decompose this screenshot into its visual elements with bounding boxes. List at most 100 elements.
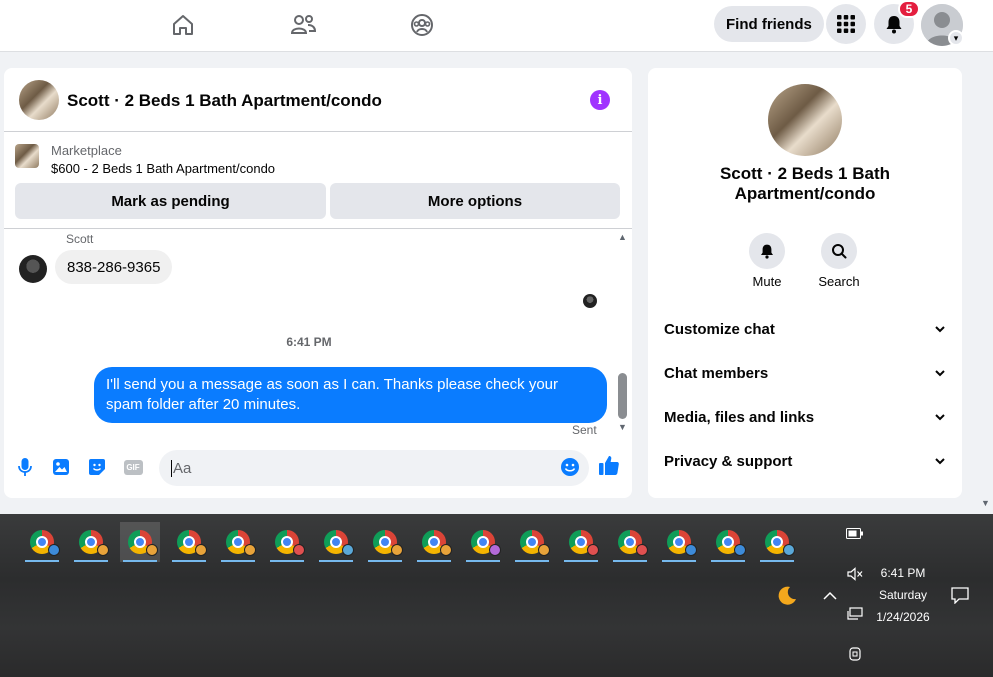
chrome-window-button[interactable]	[708, 522, 748, 562]
message-composer: GIF Aa	[4, 448, 632, 488]
bell-icon	[761, 244, 773, 259]
text-caret	[171, 459, 172, 477]
clock-time[interactable]: 6:41 PM	[870, 566, 936, 580]
mark-as-pending-button[interactable]: Mark as pending	[15, 183, 326, 219]
mute-label: Mute	[752, 274, 782, 289]
chrome-window-button[interactable]	[218, 522, 258, 562]
chrome-window-button[interactable]	[316, 522, 356, 562]
message-status: Sent	[572, 423, 597, 437]
running-indicator	[613, 560, 647, 562]
listing-title[interactable]: $600 - 2 Beds 1 Bath Apartment/condo	[51, 161, 275, 176]
gif-icon[interactable]: GIF	[122, 456, 144, 478]
chrome-window-button[interactable]	[659, 522, 699, 562]
chrome-window-button[interactable]	[512, 522, 552, 562]
grid-icon	[837, 15, 855, 33]
section-label: Privacy & support	[664, 452, 793, 470]
running-indicator	[221, 560, 255, 562]
mute-button[interactable]	[749, 233, 785, 269]
running-indicator	[319, 560, 353, 562]
profile-badge-icon	[293, 544, 305, 556]
listing-thumbnail[interactable]	[19, 80, 59, 120]
listing-small-thumbnail[interactable]	[15, 144, 39, 168]
section-chat-members[interactable]: Chat members	[664, 361, 946, 385]
section-label: Chat members	[664, 364, 769, 382]
show-hidden-icons-chevron-icon[interactable]	[823, 588, 837, 603]
gif-label: GIF	[123, 459, 143, 475]
chat-scrollbar-thumb[interactable]	[618, 373, 627, 419]
chat-title[interactable]: Scott · 2 Beds 1 Bath Apartment/condo	[67, 91, 382, 111]
top-nav: Find friends 5 ▾	[0, 0, 993, 52]
photo-icon[interactable]	[50, 456, 72, 478]
running-indicator	[711, 560, 745, 562]
chevron-down-icon	[934, 323, 946, 335]
profile-badge-icon	[146, 544, 158, 556]
profile-badge-icon	[538, 544, 550, 556]
profile-badge-icon	[636, 544, 648, 556]
groups-icon[interactable]	[407, 10, 437, 40]
sticker-icon[interactable]	[86, 456, 108, 478]
meet-now-icon[interactable]	[847, 646, 863, 665]
chrome-window-button[interactable]	[365, 522, 405, 562]
scroll-up-arrow[interactable]: ▲	[618, 232, 627, 242]
profile-badge-icon	[685, 544, 697, 556]
action-center-icon[interactable]	[951, 587, 969, 607]
chrome-window-button[interactable]	[71, 522, 111, 562]
section-media-files-links[interactable]: Media, files and links	[664, 405, 946, 429]
thumbs-up-icon[interactable]	[598, 454, 620, 476]
details-title: Scott · 2 Beds 1 Bath Apartment/condo	[719, 164, 891, 203]
account-chevron-icon[interactable]: ▾	[948, 30, 964, 46]
moon-icon[interactable]	[775, 584, 799, 614]
chrome-window-button[interactable]	[414, 522, 454, 562]
chrome-window-button[interactable]	[610, 522, 650, 562]
battery-icon[interactable]	[846, 527, 864, 542]
section-customize-chat[interactable]: Customize chat	[664, 317, 946, 341]
message-input[interactable]: Aa	[159, 450, 589, 486]
clock-day[interactable]: Saturday	[870, 588, 936, 602]
section-label: Customize chat	[664, 320, 775, 338]
profile-badge-icon	[734, 544, 746, 556]
microphone-icon[interactable]	[14, 456, 36, 478]
chevron-down-icon	[934, 367, 946, 379]
clock-date[interactable]: 1/24/2026	[870, 610, 936, 624]
chrome-window-button[interactable]	[22, 522, 62, 562]
profile-badge-icon	[48, 544, 60, 556]
chrome-window-button[interactable]	[169, 522, 209, 562]
running-indicator	[368, 560, 402, 562]
chrome-window-button[interactable]	[267, 522, 307, 562]
find-friends-button[interactable]: Find friends	[714, 6, 824, 42]
page-scroll-down-arrow[interactable]: ▼	[981, 498, 990, 508]
chrome-window-button[interactable]	[561, 522, 601, 562]
volume-muted-icon[interactable]	[847, 567, 863, 584]
info-icon[interactable]: i	[590, 90, 610, 110]
outgoing-message-bubble[interactable]: I'll send you a message as soon as I can…	[94, 367, 607, 423]
time-separator: 6:41 PM	[286, 335, 332, 349]
running-indicator	[123, 560, 157, 562]
bell-icon	[886, 16, 902, 34]
chrome-window-button[interactable]	[463, 522, 503, 562]
listing-profile-image[interactable]	[768, 84, 842, 156]
running-indicator	[760, 560, 794, 562]
menu-grid-button[interactable]	[826, 4, 866, 44]
sender-avatar[interactable]	[19, 255, 47, 283]
scroll-down-arrow[interactable]: ▼	[618, 422, 627, 432]
section-privacy-support[interactable]: Privacy & support	[664, 449, 946, 473]
search-button[interactable]	[821, 233, 857, 269]
profile-badge-icon	[342, 544, 354, 556]
emoji-icon[interactable]	[559, 456, 581, 478]
marketplace-label: Marketplace	[51, 143, 122, 158]
running-indicator	[515, 560, 549, 562]
running-indicator	[662, 560, 696, 562]
running-indicator	[417, 560, 451, 562]
more-options-button[interactable]: More options	[330, 183, 620, 219]
network-icon[interactable]	[847, 607, 863, 624]
chat-details-panel: Scott · 2 Beds 1 Bath Apartment/condo Mu…	[648, 68, 962, 498]
home-icon[interactable]	[168, 10, 198, 40]
chrome-window-button[interactable]	[757, 522, 797, 562]
chevron-down-icon	[934, 455, 946, 467]
incoming-message-bubble[interactable]: 838-286-9365	[55, 250, 173, 284]
chat-header: Scott · 2 Beds 1 Bath Apartment/condo i	[4, 68, 632, 132]
running-indicator	[25, 560, 59, 562]
friends-icon[interactable]	[288, 10, 318, 40]
search-icon	[832, 244, 847, 259]
chrome-window-button[interactable]	[120, 522, 160, 562]
